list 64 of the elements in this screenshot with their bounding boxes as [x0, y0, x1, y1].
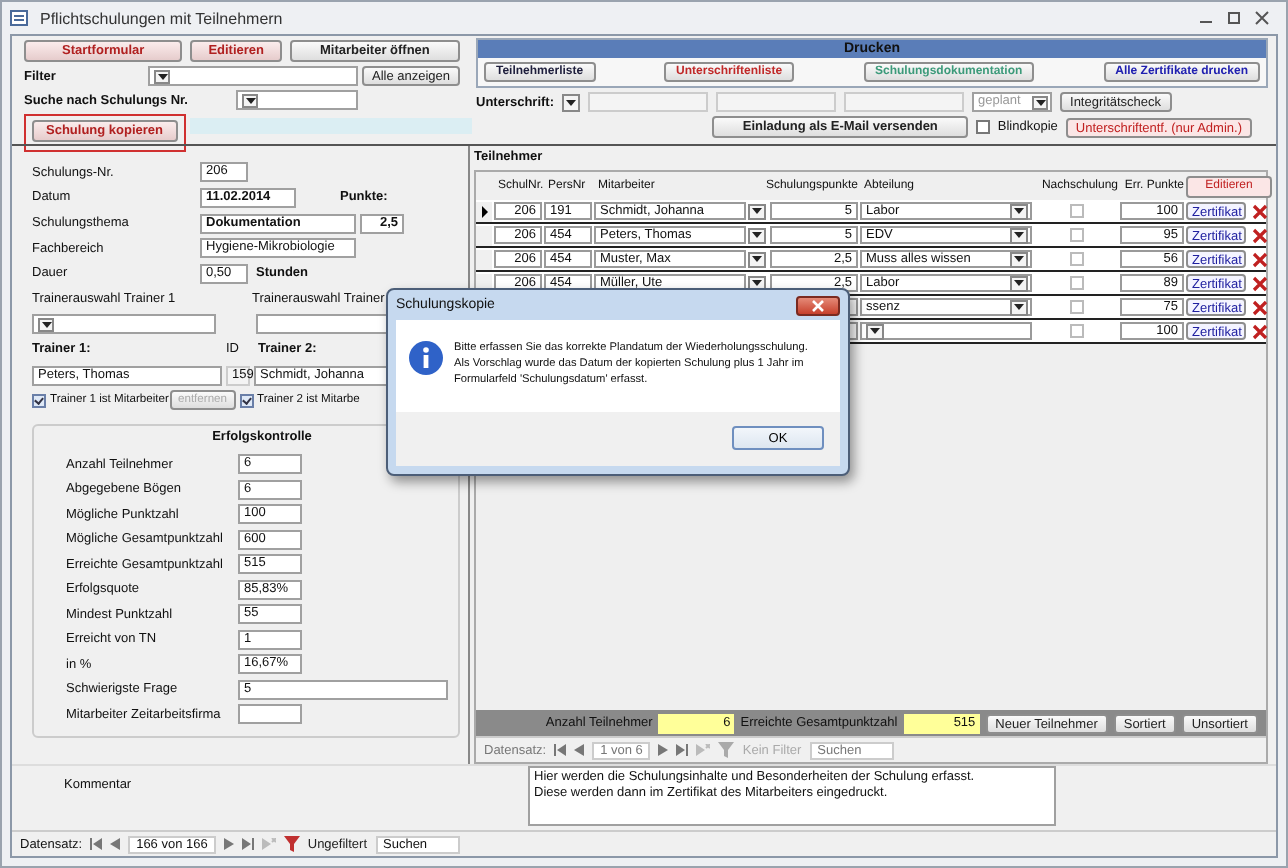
- dropdown-button[interactable]: [1010, 227, 1028, 243]
- caret-icon: [752, 256, 762, 262]
- delete-icon[interactable]: [1252, 299, 1268, 315]
- dropdown-button[interactable]: [1010, 299, 1028, 315]
- dropdown-button[interactable]: [38, 317, 54, 332]
- signature-field[interactable]: [844, 92, 965, 112]
- caret-icon: [1014, 280, 1024, 286]
- last-record-icon[interactable]: [676, 744, 689, 756]
- dropdown-button[interactable]: [154, 69, 170, 83]
- caret-icon: [1014, 304, 1024, 310]
- previous-record-icon[interactable]: [574, 744, 585, 756]
- checkbox[interactable]: [1069, 228, 1083, 242]
- delete-icon[interactable]: [1252, 275, 1268, 291]
- checkbox[interactable]: [239, 393, 253, 408]
- last-record-icon[interactable]: [241, 838, 254, 850]
- delete-icon[interactable]: [1252, 323, 1268, 339]
- dropdown-button[interactable]: [748, 251, 766, 267]
- next-record-icon[interactable]: [658, 744, 669, 756]
- caret-icon: [157, 73, 167, 79]
- dropdown-button[interactable]: [242, 93, 258, 107]
- dropdown-button[interactable]: [1010, 275, 1028, 291]
- filter-icon[interactable]: [283, 836, 300, 852]
- value-field[interactable]: [238, 704, 302, 725]
- checkbox[interactable]: [1069, 300, 1083, 314]
- caret-icon: [1014, 208, 1024, 214]
- checkbox[interactable]: [1069, 252, 1083, 266]
- caret-icon: [752, 232, 762, 238]
- checkbox[interactable]: [1069, 204, 1083, 218]
- checkbox[interactable]: [32, 393, 46, 408]
- signature-field[interactable]: [588, 92, 709, 112]
- maximize-icon[interactable]: [1226, 10, 1242, 26]
- next-record-icon[interactable]: [223, 838, 234, 850]
- caret-icon: [752, 208, 762, 214]
- checkbox[interactable]: [1069, 324, 1083, 338]
- caret-icon: [1014, 232, 1024, 238]
- current-row-icon: [481, 205, 487, 217]
- signature-field[interactable]: [716, 92, 837, 112]
- close-icon[interactable]: [1254, 10, 1270, 26]
- delete-icon[interactable]: [1252, 227, 1268, 243]
- dropdown-button[interactable]: [1010, 203, 1028, 219]
- dropdown-button[interactable]: [1010, 251, 1028, 267]
- checkbox[interactable]: [975, 120, 990, 134]
- checkbox[interactable]: [1069, 276, 1083, 290]
- dropdown-button[interactable]: [748, 227, 766, 243]
- delete-icon[interactable]: [1252, 251, 1268, 267]
- caret-icon: [1035, 99, 1046, 105]
- dropdown-button[interactable]: [748, 203, 766, 219]
- dropdown-button[interactable]: [866, 323, 884, 339]
- close-button[interactable]: [796, 295, 840, 315]
- caret-icon: [41, 321, 51, 328]
- close-icon: [812, 299, 824, 311]
- caret-icon: [245, 97, 255, 103]
- signature-dropdown[interactable]: [562, 93, 581, 111]
- first-record-icon[interactable]: [554, 744, 567, 756]
- info-icon: [408, 340, 444, 376]
- caret-icon: [1014, 256, 1024, 262]
- window-title: Pflichtschulungen mit Teilnehmern: [40, 9, 283, 27]
- form-icon: [10, 10, 28, 26]
- caret-icon: [566, 99, 577, 105]
- delete-icon[interactable]: [1252, 203, 1268, 219]
- row-selector[interactable]: [476, 201, 492, 221]
- previous-record-icon[interactable]: [110, 838, 121, 850]
- first-record-icon[interactable]: [90, 838, 103, 850]
- caret-icon: [870, 328, 880, 334]
